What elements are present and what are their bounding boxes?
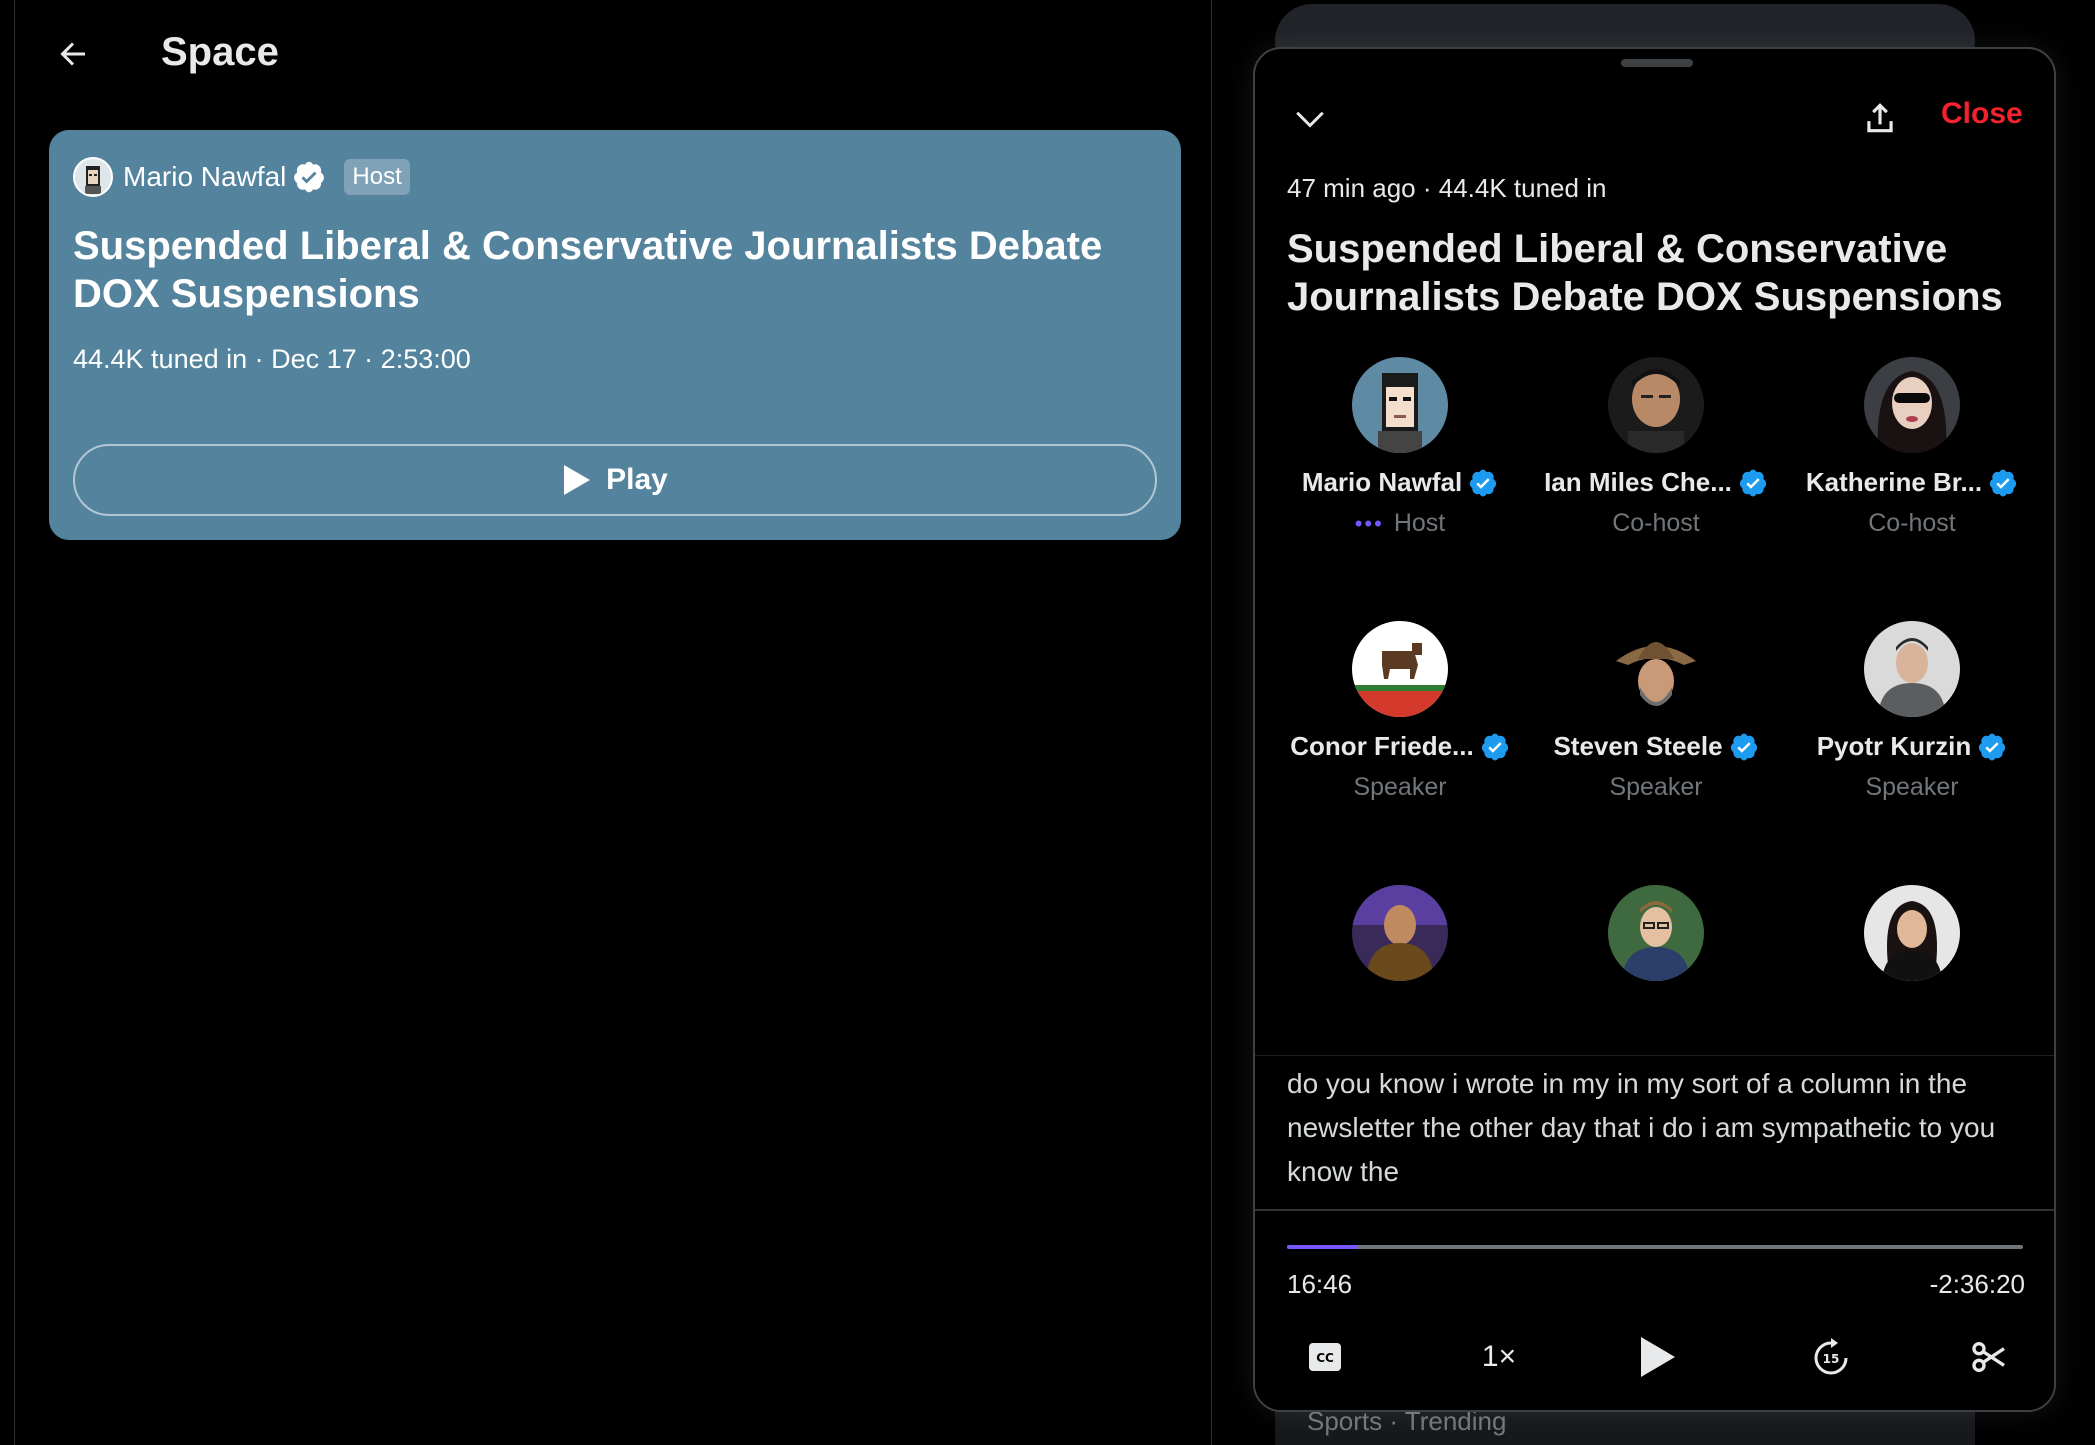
participants-grid: Mario Nawfal ••• Host Ian Miles Che... C… [1255, 349, 2054, 1055]
play-icon [1641, 1337, 1675, 1377]
main-column: Space Mario Nawfal Host Suspended Libera… [14, 0, 1212, 1445]
play-icon [564, 465, 591, 495]
participant-name: Pyotr Kurzin [1816, 731, 1972, 761]
remaining-time: -2:36:20 [1929, 1269, 2025, 1299]
share-button[interactable] [1853, 91, 1907, 145]
verified-badge-icon [1481, 733, 1508, 760]
participant-name-row: Steven Steele [1528, 731, 1784, 762]
card-meta: 44.4K tuned in · Dec 17 · 2:53:00 [73, 344, 471, 374]
participant-card[interactable] [1784, 877, 2040, 1055]
participant-avatar [1352, 621, 1448, 717]
card-title: Suspended Liberal & Conservative Journal… [73, 224, 1103, 316]
participant-name-row: Mario Nawfal [1272, 467, 1528, 498]
participant-name: Mario Nawfal [1301, 467, 1463, 497]
participant-avatar [1864, 357, 1960, 453]
participant-role-row: Co-host [1528, 509, 1784, 538]
clip-button[interactable] [1957, 1325, 2021, 1389]
participant-card[interactable]: Katherine Br... Co-host [1784, 349, 2040, 549]
transcript-text: do you know i wrote in my in my sort of … [1287, 1068, 1996, 1187]
participant-name-row: Pyotr Kurzin [1784, 731, 2040, 762]
participant-role: Co-host [1868, 509, 1956, 537]
participant-role: Co-host [1612, 509, 1700, 537]
participant-name-row: Katherine Br... [1784, 467, 2040, 498]
participant-avatar [1864, 885, 1960, 981]
svg-text:15: 15 [1823, 1352, 1840, 1366]
participant-avatar [1608, 357, 1704, 453]
playback-speed-button[interactable]: 1× [1457, 1325, 1541, 1389]
back-button[interactable] [49, 30, 97, 78]
participant-role: Host [1393, 509, 1446, 537]
speaking-indicator-icon: ••• [1354, 510, 1384, 536]
host-name: Mario Nawfal [123, 161, 287, 192]
participant-role-row: ••• Host [1272, 509, 1528, 538]
participant-card[interactable]: Conor Friede... Speaker [1272, 613, 1528, 813]
chevron-down-icon [1296, 111, 1324, 128]
speed-label: 1× [1481, 1340, 1517, 1373]
verified-badge-icon [1730, 733, 1757, 760]
host-badge: Host [344, 159, 410, 195]
skip-forward-15-button[interactable]: 15 [1799, 1325, 1863, 1389]
progress-fill [1287, 1245, 1359, 1249]
verified-badge-icon [1979, 733, 2006, 760]
verified-badge-icon [1470, 469, 1497, 496]
participant-role-row: Speaker [1784, 773, 2040, 802]
participant-avatar [1352, 885, 1448, 981]
top-bar: Space [15, 0, 1211, 108]
verified-badge-icon [294, 161, 325, 193]
participant-card[interactable] [1528, 877, 1784, 1055]
participant-card[interactable]: Ian Miles Che... Co-host [1528, 349, 1784, 549]
play-button[interactable]: Play [73, 444, 1157, 516]
participant-role: Speaker [1609, 773, 1703, 801]
host-avatar [73, 157, 113, 197]
participant-name: Conor Friede... [1290, 731, 1474, 761]
dock-title: Suspended Liberal & Conservative Journal… [1287, 227, 2003, 319]
participant-card[interactable]: Steven Steele Speaker [1528, 613, 1784, 813]
close-button[interactable]: Close [1941, 97, 2023, 131]
participant-role: Speaker [1353, 773, 1447, 801]
verified-badge-icon [1739, 469, 1767, 496]
playback-controls: 16:46 -2:36:20 CC 1× 15 [1255, 1209, 2054, 1410]
play-button-label: Play [606, 463, 668, 496]
participant-card[interactable]: Mario Nawfal ••• Host [1272, 349, 1528, 549]
skip-forward-15-icon: 15 [1814, 1338, 1848, 1375]
space-card[interactable]: Mario Nawfal Host Suspended Liberal & Co… [49, 130, 1181, 540]
participant-role-row: Speaker [1272, 773, 1528, 802]
card-host-row: Mario Nawfal Host [73, 154, 1157, 200]
svg-text:CC: CC [1316, 1351, 1334, 1365]
participant-name-row: Conor Friede... [1272, 731, 1528, 762]
transcript-panel: do you know i wrote in my in my sort of … [1255, 1055, 2054, 1205]
page-title: Space [161, 30, 279, 74]
participant-avatar [1608, 885, 1704, 981]
closed-captions-icon: CC [1309, 1343, 1341, 1371]
captions-button[interactable]: CC [1293, 1325, 1357, 1389]
participant-card[interactable] [1272, 877, 1528, 1055]
space-dock-panel: Close 47 min ago · 44.4K tuned in Suspen… [1253, 47, 2056, 1412]
back-arrow-icon [60, 42, 85, 66]
participant-card[interactable]: Pyotr Kurzin Speaker [1784, 613, 2040, 813]
participant-name: Katherine Br... [1805, 467, 1983, 497]
participant-name-row: Ian Miles Che... [1528, 467, 1784, 498]
share-icon [1867, 103, 1893, 133]
participant-role-row: Speaker [1528, 773, 1784, 802]
participant-role: Speaker [1865, 773, 1959, 801]
dock-grab-handle[interactable] [1621, 59, 1693, 67]
participant-avatar [1352, 357, 1448, 453]
participant-name: Steven Steele [1553, 731, 1723, 761]
elapsed-time: 16:46 [1287, 1269, 1353, 1299]
participant-avatar [1864, 621, 1960, 717]
play-pause-button[interactable] [1625, 1325, 1689, 1389]
participant-name: Ian Miles Che... [1544, 467, 1732, 497]
participant-role-row: Co-host [1784, 509, 2040, 538]
verified-badge-icon [1990, 469, 2017, 496]
dock-meta: 47 min ago · 44.4K tuned in [1287, 173, 1607, 203]
scissors-icon [1972, 1342, 2005, 1372]
progress-bar[interactable] [1287, 1245, 2023, 1249]
minimize-button[interactable] [1285, 93, 1335, 143]
participant-avatar [1608, 621, 1704, 717]
